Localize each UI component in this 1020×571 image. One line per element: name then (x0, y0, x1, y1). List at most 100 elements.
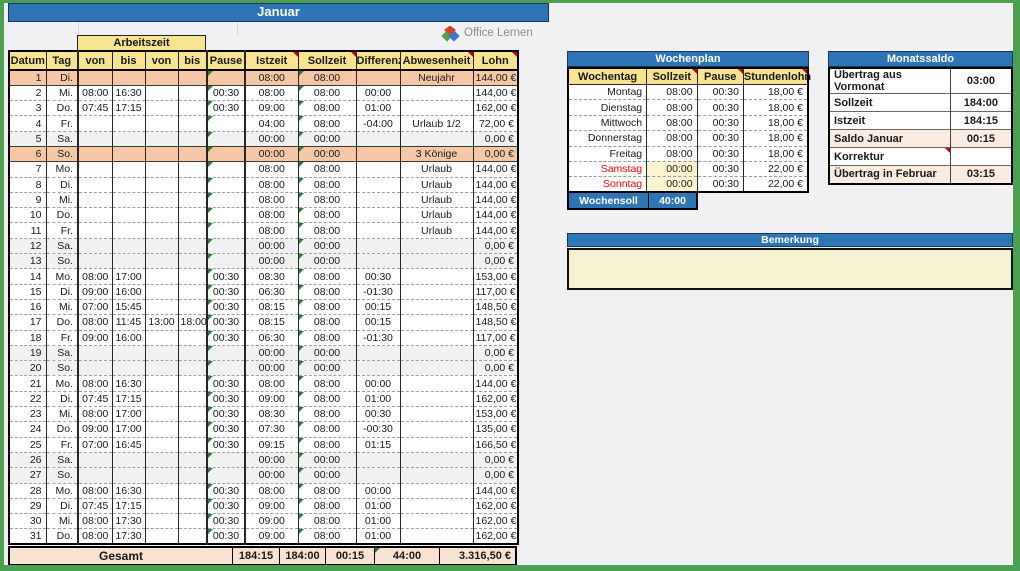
cell-von1[interactable]: 08:00 (78, 376, 112, 391)
cell-datum[interactable]: 18 (9, 330, 46, 345)
cell-bis1[interactable]: 15:45 (112, 299, 145, 314)
cell-bis1[interactable]: 16:30 (112, 483, 145, 498)
cell-abwesenheit[interactable]: 3 Könige (400, 146, 473, 161)
cell-von1[interactable]: 07:45 (78, 498, 112, 513)
cell-datum[interactable]: 6 (9, 146, 46, 161)
cell-bis1[interactable]: 16:30 (112, 85, 145, 100)
cell-bis2[interactable] (178, 146, 207, 161)
cell-datum[interactable]: 16 (9, 299, 46, 314)
cell-sollzeit[interactable]: 08:00 (298, 162, 356, 177)
cell-istzeit[interactable]: 00:00 (245, 238, 298, 253)
cell-pause[interactable] (207, 254, 245, 269)
cell-differenz[interactable]: 01:00 (356, 101, 400, 116)
cell-sollzeit[interactable]: 00:00 (298, 146, 356, 161)
cell-istzeit[interactable]: 08:00 (245, 483, 298, 498)
cell-istzeit[interactable]: 08:15 (245, 315, 298, 330)
cell-tag[interactable]: Di. (46, 284, 78, 299)
cell-differenz[interactable] (356, 223, 400, 238)
cell-pause[interactable]: 00:30 (697, 177, 743, 192)
cell-istzeit[interactable]: 04:00 (245, 116, 298, 131)
cell-von2[interactable] (145, 162, 178, 177)
cell-bis1[interactable]: 17:00 (112, 422, 145, 437)
cell-datum[interactable]: 23 (9, 407, 46, 422)
cell-tag[interactable]: Sa. (46, 345, 78, 360)
cell-differenz[interactable] (356, 177, 400, 192)
cell-pause[interactable]: 00:30 (207, 391, 245, 406)
cell-differenz[interactable]: 00:15 (356, 299, 400, 314)
cell-datum[interactable]: 10 (9, 208, 46, 223)
cell-differenz[interactable] (356, 70, 400, 85)
cell-pause[interactable]: 00:30 (207, 483, 245, 498)
cell-von1[interactable]: 07:00 (78, 299, 112, 314)
cell-von2[interactable] (145, 177, 178, 192)
cell-day[interactable]: Dienstag (568, 100, 647, 115)
cell-differenz[interactable]: 00:00 (356, 85, 400, 100)
cell-abwesenheit[interactable]: Neujahr (400, 70, 473, 85)
cell-differenz[interactable]: -01:30 (356, 284, 400, 299)
cell-bis1[interactable]: 17:00 (112, 269, 145, 284)
cell-pause[interactable] (207, 223, 245, 238)
total-istzeit-cell[interactable]: 184:15 (232, 548, 279, 564)
cell-abwesenheit[interactable] (400, 315, 473, 330)
cell-bis1[interactable]: 11:45 (112, 315, 145, 330)
cell-von1[interactable] (78, 452, 112, 467)
cell-von1[interactable]: 08:00 (78, 483, 112, 498)
cell-istzeit[interactable]: 00:00 (245, 361, 298, 376)
cell-pause[interactable] (207, 146, 245, 161)
cell-istzeit[interactable]: 08:30 (245, 407, 298, 422)
cell-tag[interactable]: Di. (46, 177, 78, 192)
cell-istzeit[interactable]: 08:00 (245, 223, 298, 238)
cell-abwesenheit[interactable] (400, 376, 473, 391)
cell-sollzeit[interactable]: 08:00 (298, 177, 356, 192)
cell-sollzeit[interactable]: 08:00 (298, 315, 356, 330)
total-lohn-cell[interactable]: 3.316,50 € (439, 548, 515, 564)
cell-istzeit[interactable]: 09:00 (245, 529, 298, 544)
cell-sollzeit[interactable]: 08:00 (647, 85, 697, 100)
cell-istzeit[interactable]: 09:15 (245, 437, 298, 452)
cell-bis2[interactable] (178, 483, 207, 498)
total-differenz-cell[interactable]: 00:15 (325, 548, 374, 564)
cell-istzeit[interactable]: 08:00 (245, 208, 298, 223)
cell-lohn[interactable]: 135,00 € (473, 422, 518, 437)
cell-von2[interactable] (145, 131, 178, 146)
cell-datum[interactable]: 25 (9, 437, 46, 452)
total-abwesenheit-cell[interactable]: 44:00 (374, 548, 439, 564)
cell-von1[interactable] (78, 162, 112, 177)
cell-von1[interactable]: 08:00 (78, 529, 112, 544)
cell-von1[interactable]: 07:45 (78, 101, 112, 116)
cell-sollzeit[interactable]: 00:00 (298, 254, 356, 269)
cell-pause[interactable] (207, 452, 245, 467)
cell-abwesenheit[interactable] (400, 254, 473, 269)
cell-von2[interactable] (145, 116, 178, 131)
cell-lohn[interactable]: 0,00 € (473, 131, 518, 146)
cell-abwesenheit[interactable] (400, 422, 473, 437)
cell-abwesenheit[interactable] (400, 514, 473, 529)
cell-pause[interactable]: 00:30 (207, 422, 245, 437)
cell-lohn[interactable]: 0,00 € (473, 146, 518, 161)
cell-differenz[interactable] (356, 146, 400, 161)
cell-von2[interactable] (145, 146, 178, 161)
cell-stundenlohn[interactable]: 18,00 € (743, 131, 808, 146)
cell-pause[interactable]: 00:30 (207, 85, 245, 100)
cell-tag[interactable]: Fr. (46, 330, 78, 345)
cell-bis1[interactable] (112, 192, 145, 207)
cell-istzeit[interactable]: 09:00 (245, 498, 298, 513)
cell-abwesenheit[interactable] (400, 101, 473, 116)
cell-bis2[interactable] (178, 452, 207, 467)
cell-datum[interactable]: 26 (9, 452, 46, 467)
cell-abwesenheit[interactable] (400, 85, 473, 100)
cell-tag[interactable]: Do. (46, 315, 78, 330)
saldo-value[interactable]: 03:00 (950, 68, 1012, 94)
cell-tag[interactable]: Do. (46, 101, 78, 116)
cell-abwesenheit[interactable] (400, 529, 473, 544)
cell-von2[interactable] (145, 284, 178, 299)
cell-abwesenheit[interactable]: Urlaub (400, 192, 473, 207)
cell-pause[interactable] (207, 345, 245, 360)
cell-sollzeit[interactable]: 00:00 (298, 361, 356, 376)
cell-bis2[interactable] (178, 177, 207, 192)
cell-bis1[interactable] (112, 452, 145, 467)
cell-von2[interactable] (145, 483, 178, 498)
cell-bis2[interactable] (178, 162, 207, 177)
cell-pause[interactable]: 00:30 (207, 284, 245, 299)
cell-von2[interactable] (145, 223, 178, 238)
